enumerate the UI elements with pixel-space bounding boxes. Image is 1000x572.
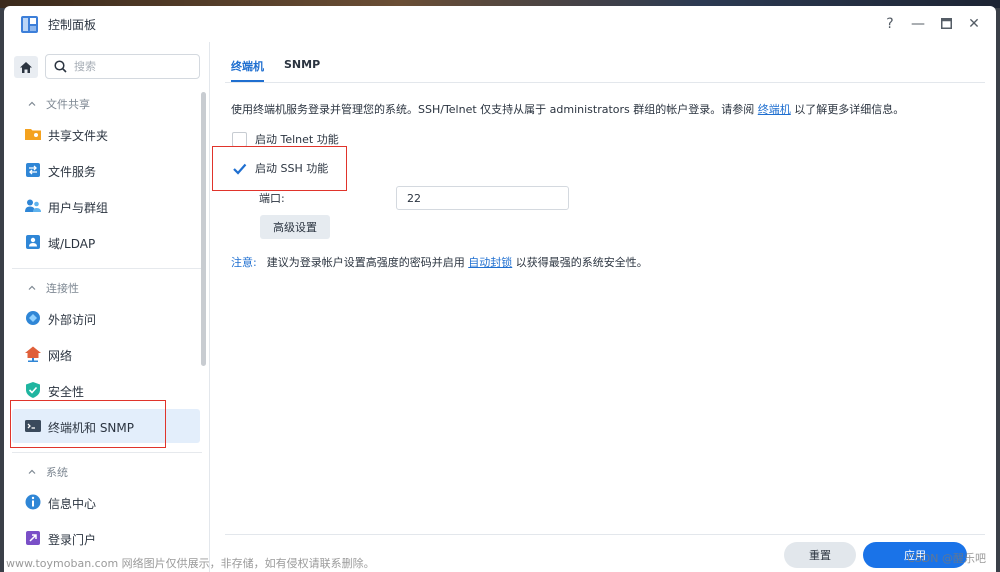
highlight-box-ssh	[212, 146, 347, 191]
port-label: 端口:	[259, 192, 285, 205]
telnet-option[interactable]: 启动 Telnet 功能	[232, 131, 339, 147]
users-groups-icon	[25, 199, 41, 212]
search-icon	[54, 60, 67, 73]
external-access-icon	[26, 311, 40, 325]
tab-snmp[interactable]: SNMP	[284, 58, 320, 78]
minimize-button[interactable]: —	[908, 14, 928, 34]
sidebar-item-label: 网络	[48, 349, 73, 363]
control-panel-app-icon	[21, 16, 38, 33]
note-label: 注意:	[231, 256, 257, 269]
sidebar-item-label: 外部访问	[48, 313, 97, 327]
search-input[interactable]	[74, 58, 194, 75]
sidebar-divider	[12, 452, 202, 453]
group-title: 文件共享	[46, 98, 90, 111]
title-bar: 控制面板 ? — ✕	[4, 6, 996, 42]
sidebar-divider	[12, 268, 202, 269]
search-box	[45, 54, 200, 79]
window-title: 控制面板	[48, 18, 97, 32]
main-panel: 终端机 SNMP 使用终端机服务登录并管理您的系统。SSH/Telnet 仅支持…	[211, 42, 996, 572]
sidebar-item-shared-folder[interactable]: 共享文件夹	[12, 117, 200, 151]
security-shield-icon	[26, 382, 40, 398]
home-button[interactable]	[14, 56, 38, 78]
auto-block-link[interactable]: 自动封锁	[468, 256, 512, 269]
reset-button[interactable]: 重置	[784, 542, 856, 568]
telnet-checkbox[interactable]	[232, 131, 247, 147]
tab-divider	[225, 82, 985, 83]
chevron-up-icon	[28, 101, 36, 106]
domain-ldap-icon	[26, 235, 40, 249]
advanced-settings-button[interactable]: 高级设置	[260, 215, 330, 239]
group-header-connectivity[interactable]: 连接性	[28, 280, 79, 296]
sidebar-item-label: 用户与群组	[48, 201, 109, 215]
sidebar-item-label: 登录门户	[48, 533, 97, 547]
close-button[interactable]: ✕	[964, 14, 984, 34]
terminal-help-link[interactable]: 终端机	[758, 103, 791, 116]
watermark-credit: CSDN @醒乐吧	[907, 552, 986, 565]
port-input[interactable]	[396, 186, 569, 210]
security-note: 注意: 建议为登录帐户设置高强度的密码并启用 自动封锁 以获得最强的系统安全性。	[231, 256, 648, 269]
sidebar-item-network[interactable]: 网络	[12, 337, 200, 371]
shared-folder-icon	[25, 129, 41, 140]
chevron-up-icon	[28, 285, 36, 290]
terminal-description: 使用终端机服务登录并管理您的系统。SSH/Telnet 仅支持从属于 admin…	[231, 103, 905, 116]
group-header-file-sharing[interactable]: 文件共享	[28, 96, 90, 112]
group-header-system[interactable]: 系统	[28, 464, 68, 480]
sidebar-item-label: 文件服务	[48, 165, 97, 179]
sidebar-item-info-center[interactable]: 信息中心	[12, 485, 200, 519]
tab-terminal[interactable]: 终端机	[231, 58, 264, 82]
sidebar-item-domain-ldap[interactable]: 域/LDAP	[12, 225, 200, 259]
chevron-up-icon	[28, 469, 36, 474]
footer-divider	[225, 534, 985, 535]
maximize-icon	[940, 18, 952, 29]
control-panel-window: 控制面板 ? — ✕ 文件共享 共享文件夹 文件服务	[4, 6, 996, 572]
file-services-icon	[26, 163, 40, 177]
maximize-button[interactable]	[936, 14, 956, 34]
sidebar-item-label: 信息中心	[48, 497, 97, 511]
home-icon	[20, 61, 32, 73]
group-title: 系统	[46, 466, 68, 479]
sidebar-item-label: 安全性	[48, 385, 85, 399]
highlight-box-terminal	[10, 400, 166, 448]
sidebar-item-label: 共享文件夹	[48, 129, 109, 143]
sidebar-item-login-portal[interactable]: 登录门户	[12, 521, 200, 555]
sidebar-scrollbar[interactable]	[201, 92, 206, 366]
login-portal-icon	[26, 531, 40, 545]
sidebar-item-label: 域/LDAP	[48, 237, 96, 251]
telnet-label: 启动 Telnet 功能	[255, 133, 339, 146]
sidebar-item-file-services[interactable]: 文件服务	[12, 153, 200, 187]
info-center-icon	[25, 494, 41, 510]
sidebar-item-users-groups[interactable]: 用户与群组	[12, 189, 200, 223]
group-title: 连接性	[46, 282, 79, 295]
sidebar: 文件共享 共享文件夹 文件服务 用户与群组 域/LDAP 连接性 外部访问	[4, 42, 210, 572]
sidebar-item-external-access[interactable]: 外部访问	[12, 301, 200, 335]
help-button[interactable]: ?	[880, 14, 900, 34]
watermark-text: www.toymoban.com 网络图片仅供展示，非存储，如有侵权请联系删除。	[6, 557, 375, 570]
network-icon	[25, 346, 41, 362]
tab-bar: 终端机 SNMP	[231, 58, 320, 82]
